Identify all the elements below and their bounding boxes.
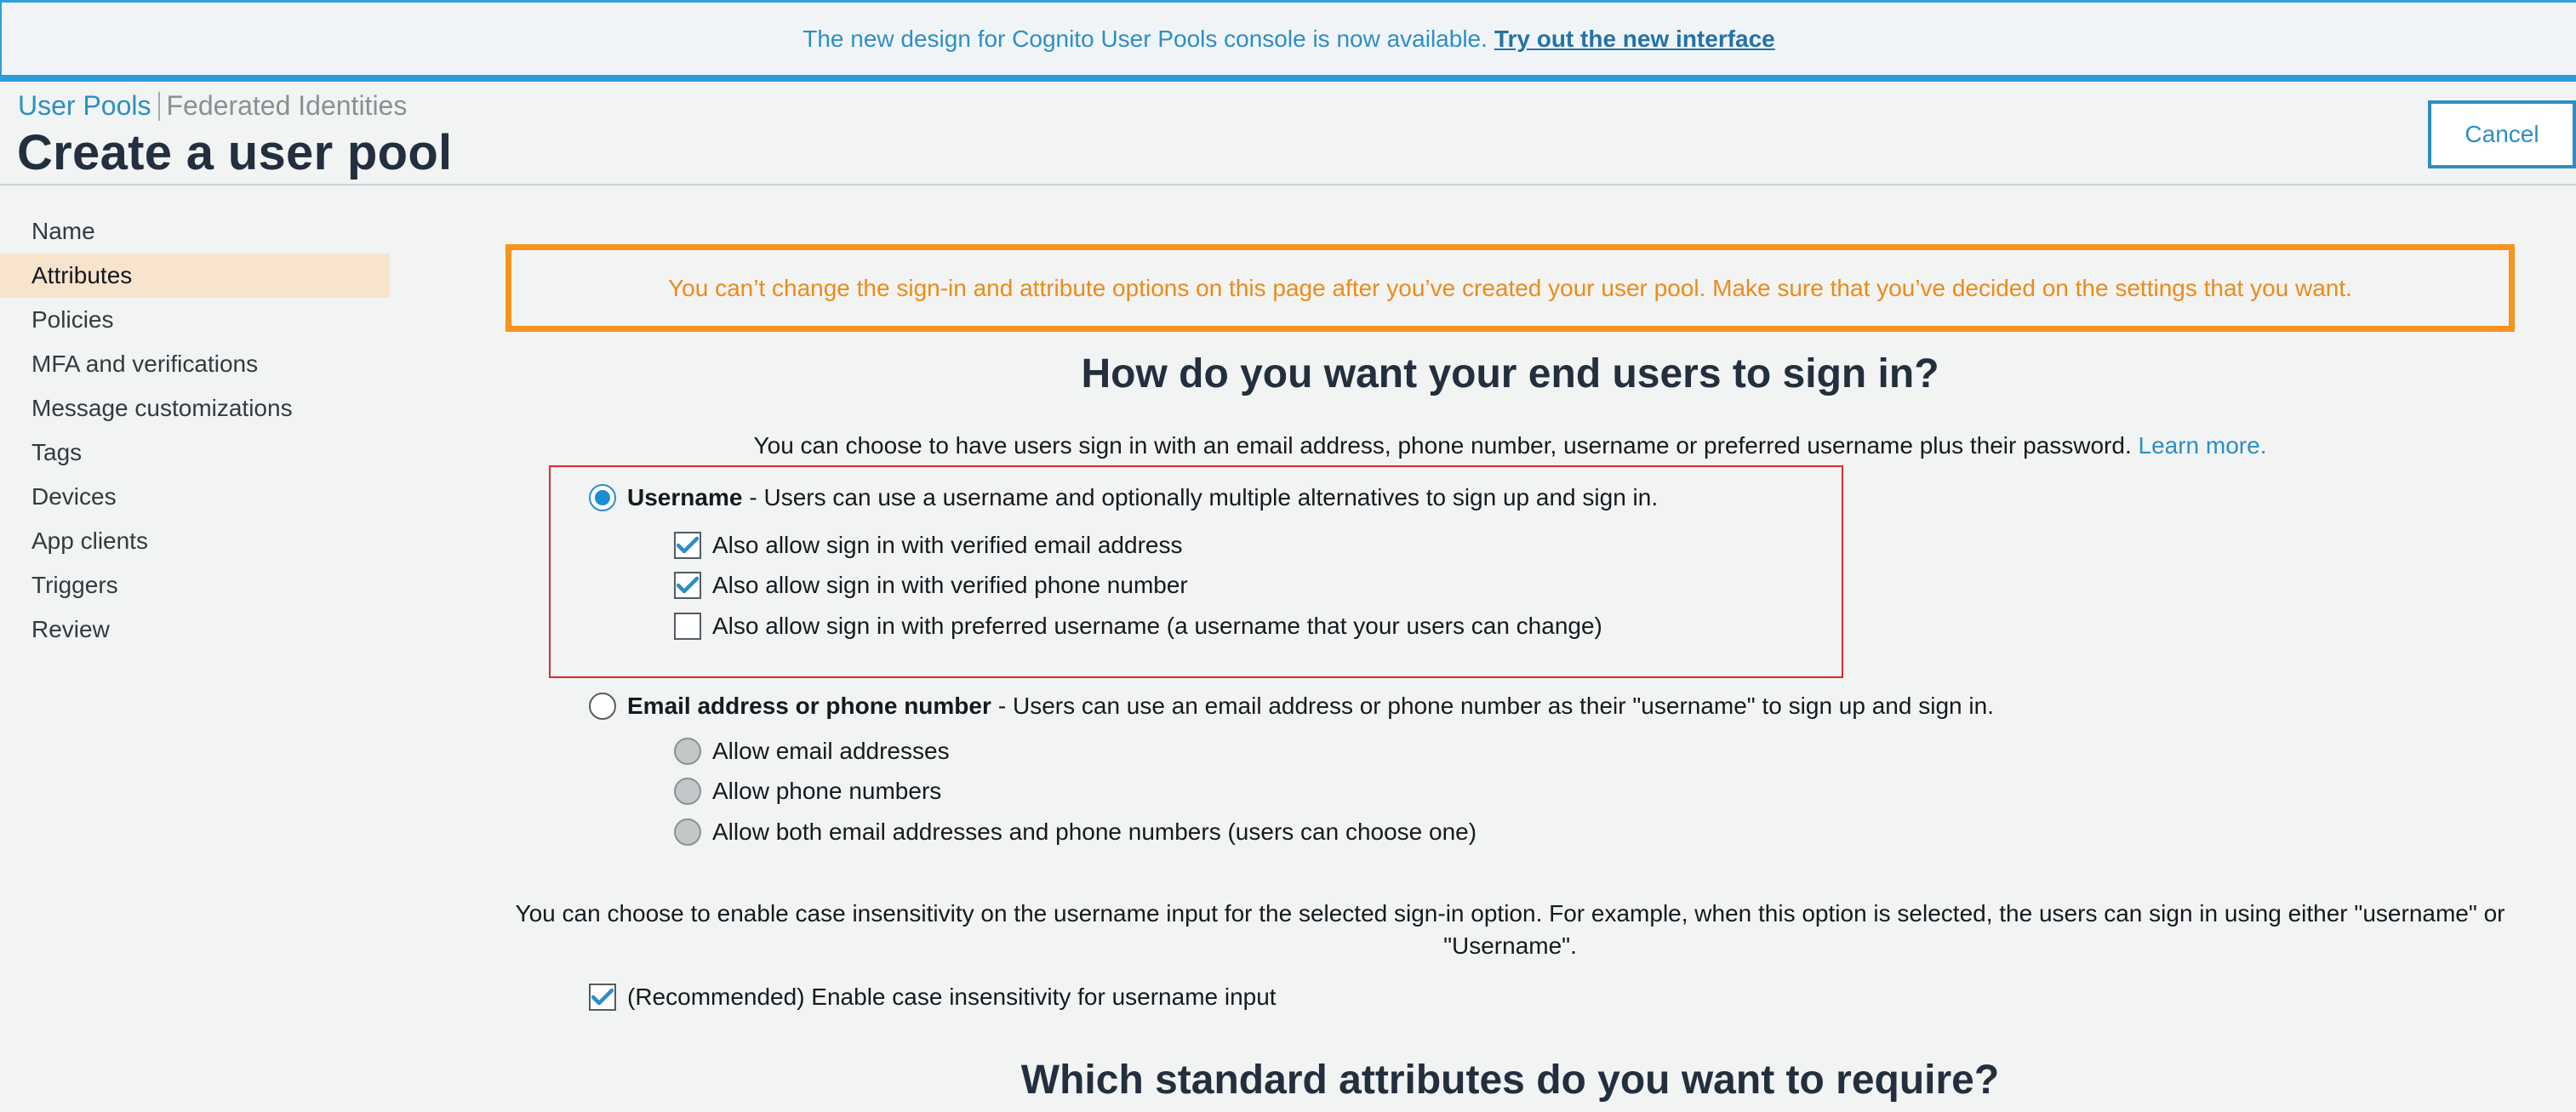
username-radio[interactable] [589, 484, 616, 511]
breadcrumb-user-pools[interactable]: User Pools [18, 90, 151, 122]
allow-verified-email-label: Also allow sign in with verified email a… [712, 532, 1183, 558]
allow-preferred-username-checkbox[interactable] [674, 613, 701, 640]
attributes-heading: Which standard attributes do you want to… [1020, 1058, 2000, 1103]
sidebar-item-attributes[interactable]: Attributes [0, 254, 390, 298]
sidebar-item-tags[interactable]: Tags [0, 431, 390, 475]
username-option-description: - Users can use a username and optionall… [749, 484, 1659, 510]
try-new-interface-link[interactable]: Try out the new interface [1494, 26, 1775, 53]
allow-both-label: Allow both email addresses and phone num… [712, 818, 1477, 845]
checkmark-icon [677, 576, 699, 594]
case-insensitivity-label: (Recommended) Enable case insensitivity … [627, 984, 1277, 1010]
email-or-phone-option-description: - Users can use an email address or phon… [997, 693, 1994, 719]
username-option-title: Username [627, 484, 743, 510]
username-option[interactable]: Username - Users can use a username and … [589, 484, 1658, 511]
signin-heading: How do you want your end users to sign i… [1081, 351, 1939, 396]
email-or-phone-radio[interactable] [589, 693, 616, 720]
email-or-phone-option[interactable]: Email address or phone number - Users ca… [589, 693, 1994, 720]
sidebar-item-triggers[interactable]: Triggers [0, 563, 390, 607]
sidebar-item-review[interactable]: Review [0, 607, 390, 652]
checkmark-icon [677, 536, 699, 554]
sidebar-item-mfa-and-verifications[interactable]: MFA and verifications [0, 342, 390, 386]
banner-message: The new design for Cognito User Pools co… [803, 25, 1488, 52]
allow-phone-numbers-radio [674, 778, 701, 805]
wizard-sidebar: Name Attributes Policies MFA and verific… [0, 209, 390, 652]
allow-phone-numbers-label: Allow phone numbers [712, 778, 942, 804]
allow-email-addresses-label: Allow email addresses [712, 738, 950, 764]
allow-both-radio [674, 818, 701, 846]
immutable-settings-warning: You can’t change the sign-in and attribu… [505, 244, 2515, 332]
sidebar-item-policies[interactable]: Policies [0, 298, 390, 342]
allow-verified-email-option[interactable]: Also allow sign in with verified email a… [674, 532, 1182, 559]
warning-text: You can’t change the sign-in and attribu… [668, 274, 2352, 301]
learn-more-link[interactable]: Learn more. [2139, 432, 2267, 459]
new-console-banner: The new design for Cognito User Pools co… [0, 0, 2576, 82]
allow-email-addresses-option: Allow email addresses [674, 738, 950, 765]
page-title: Create a user pool [17, 125, 453, 180]
sidebar-item-name[interactable]: Name [0, 209, 390, 254]
page-header: User Pools Federated Identities Create a… [0, 82, 2576, 185]
sidebar-item-devices[interactable]: Devices [0, 475, 390, 519]
signin-intro-text: You can choose to have users sign in wit… [753, 432, 2132, 459]
cancel-button[interactable]: Cancel [2428, 100, 2576, 168]
allow-verified-email-checkbox[interactable] [674, 532, 701, 559]
case-insensitivity-text: You can choose to enable case insensitiv… [505, 898, 2515, 962]
case-insensitivity-text-line2: "Username". [1443, 932, 1577, 959]
allow-preferred-username-label: Also allow sign in with preferred userna… [712, 613, 1602, 639]
email-or-phone-option-title: Email address or phone number [627, 693, 991, 719]
allow-both-option: Allow both email addresses and phone num… [674, 818, 1476, 846]
signin-intro: You can choose to have users sign in wit… [505, 430, 2515, 462]
allow-verified-phone-label: Also allow sign in with verified phone n… [712, 572, 1188, 598]
case-insensitivity-text-line1: You can choose to enable case insensitiv… [515, 900, 2505, 927]
allow-verified-phone-checkbox[interactable] [674, 572, 701, 599]
breadcrumb: User Pools Federated Identities [18, 90, 407, 122]
checkmark-icon [591, 988, 614, 1006]
breadcrumb-divider [157, 91, 160, 121]
case-insensitivity-option[interactable]: (Recommended) Enable case insensitivity … [589, 984, 1277, 1011]
allow-email-addresses-radio [674, 738, 701, 765]
allow-preferred-username-option[interactable]: Also allow sign in with preferred userna… [674, 613, 1602, 640]
sidebar-item-message-customizations[interactable]: Message customizations [0, 386, 390, 431]
breadcrumb-federated-identities[interactable]: Federated Identities [167, 90, 408, 122]
allow-phone-numbers-option: Allow phone numbers [674, 778, 941, 805]
allow-verified-phone-option[interactable]: Also allow sign in with verified phone n… [674, 572, 1188, 599]
sidebar-item-app-clients[interactable]: App clients [0, 519, 390, 563]
case-insensitivity-checkbox[interactable] [589, 984, 616, 1011]
